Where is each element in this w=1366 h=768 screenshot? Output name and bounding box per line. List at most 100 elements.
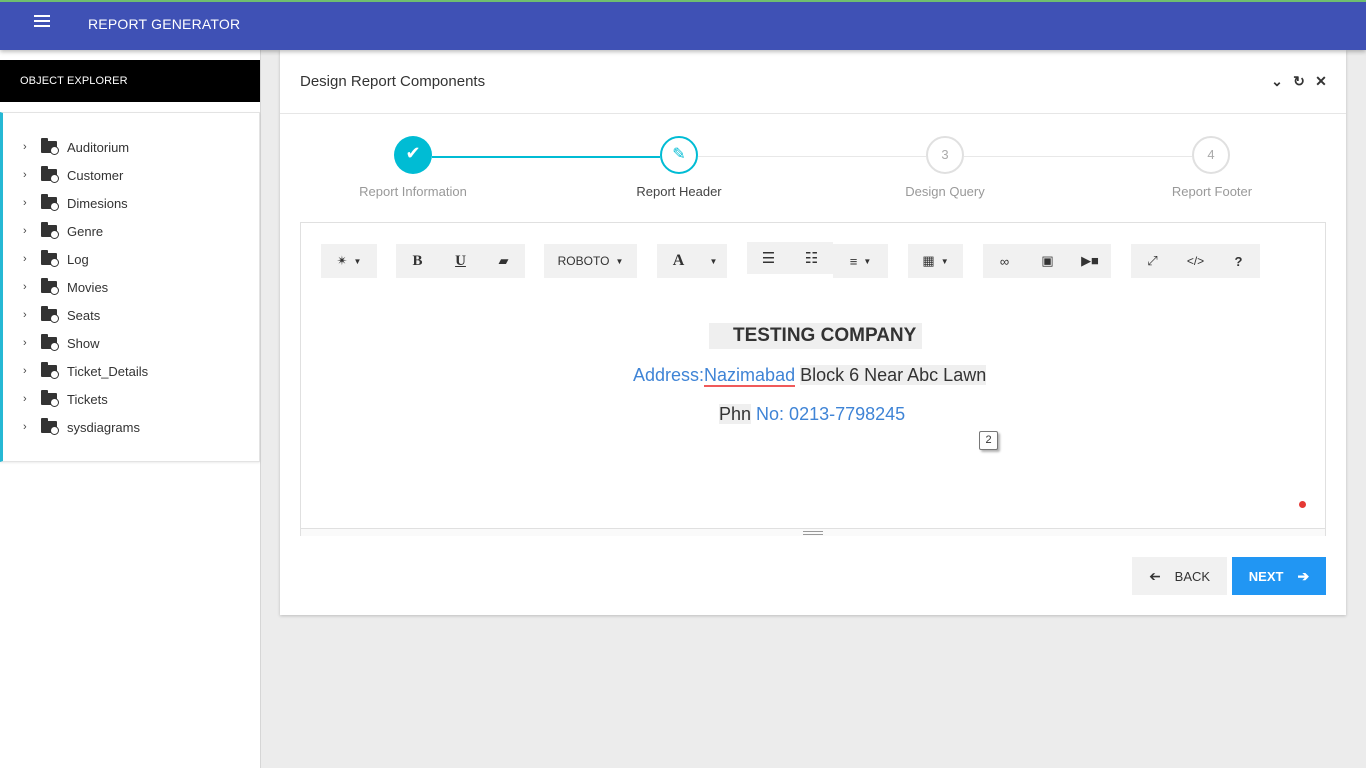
step-1-circle[interactable]: ✔ [394,136,432,174]
folder-icon [41,418,59,435]
eraser-button[interactable]: ▰ [482,244,525,278]
refresh-icon[interactable]: ↻ [1292,72,1306,90]
folder-icon [41,334,59,351]
tree-item-label: Ticket_Details [67,363,149,379]
style-magic-button[interactable]: ✴ ▼ [321,244,377,278]
address-value: Nazimabad [704,365,796,387]
fullscreen-button[interactable]: ⤢ [1131,244,1174,278]
tree-item-label: Tickets [67,391,108,407]
pencil-icon: ✎ [672,146,686,163]
step-2-circle[interactable]: ✎ [660,136,698,174]
object-explorer-header: OBJECT EXPLORER [0,60,260,102]
folder-icon [41,194,59,211]
step-label: Report Footer [1171,184,1253,199]
tree-item[interactable]: › Movies [23,277,108,297]
company-heading: TESTING COMPANY [709,323,923,349]
folder-icon [41,390,59,407]
chevron-right-icon[interactable]: › [23,225,33,237]
chevron-right-icon[interactable]: › [23,421,33,433]
step-connector-done [432,156,660,158]
tree-item[interactable]: › Customer [23,165,123,185]
phone-prefix: Phn [719,404,752,424]
step-3-circle[interactable]: 3 [926,136,964,174]
tree-item-label: Movies [67,279,109,295]
resize-grip-icon[interactable] [803,531,823,535]
design-card: Design Report Components ⌄ ↻ ✕ ✔ ✎ 3 4 R… [280,50,1346,615]
tree-item[interactable]: › Dimesions [23,193,128,213]
card-tools: ⌄ ↻ ✕ [1270,72,1328,90]
image-button[interactable]: ▣ [1026,244,1069,278]
address-rest: Block 6 Near Abc Lawn [800,365,987,385]
chevron-right-icon[interactable]: › [23,253,33,265]
tree-item-label: Show [67,335,100,351]
help-button[interactable]: ? [1217,244,1260,278]
check-icon: ✔ [405,143,421,163]
font-color-button[interactable]: A [657,244,700,278]
tree-item[interactable]: › Seats [23,305,100,325]
folder-icon [41,138,59,155]
card-title: Design Report Components [300,73,486,90]
folder-icon [41,222,59,239]
next-label: NEXT [1248,568,1284,584]
tree-item[interactable]: › Log [23,249,89,269]
tree-item[interactable]: › Tickets [23,389,108,409]
chevron-down-icon[interactable]: ⌄ [1270,72,1284,90]
chevron-right-icon[interactable]: › [23,281,33,293]
font-family-dropdown[interactable]: ROBOTO ▼ [544,244,637,278]
paragraph-align-dropdown[interactable]: ≡ ▼ [833,244,888,278]
numbered-list-icon: ☷ [804,250,819,267]
eraser-icon: ▰ [498,253,509,268]
tree-item[interactable]: › Auditorium [23,137,129,157]
chevron-right-icon[interactable]: › [23,197,33,209]
address-line: Address:Nazimabad Block 6 Near Abc Lawn [633,365,987,387]
chevron-right-icon[interactable]: › [23,141,33,153]
step-connector [964,156,1192,157]
editor-resize-bar[interactable] [301,528,1325,536]
fullscreen-icon: ⤢ [1147,253,1158,268]
step-number: 3 [941,147,949,162]
card-header: Design Report Components ⌄ ↻ ✕ [280,50,1346,114]
align-left-icon: ≡ [849,253,858,269]
close-icon[interactable]: ✕ [1314,72,1328,90]
tree-item[interactable]: › Genre [23,221,103,241]
ordered-list-button[interactable]: ☷ [790,242,833,274]
top-app-bar: REPORT GENERATOR [0,0,1366,50]
chevron-right-icon[interactable]: › [23,365,33,377]
back-button[interactable]: ➔ BACK [1132,557,1227,595]
link-button[interactable]: ∞ [983,244,1026,278]
bullet-list-icon: ☰ [761,250,776,267]
folder-icon [41,278,59,295]
bold-button[interactable]: B [396,244,439,278]
link-icon: ∞ [999,253,1010,269]
tree-item-label: Genre [67,223,104,239]
underline-button[interactable]: U [439,244,482,278]
step-connector [698,156,926,157]
font-color-dropdown[interactable]: ▼ [700,244,727,278]
app-title: REPORT GENERATOR [88,16,241,32]
tree-item[interactable]: › Show [23,333,100,353]
font-family-label: ROBOTO [557,254,610,268]
tree-item-label: Auditorium [67,139,130,155]
caret-down-icon: ▼ [709,256,718,266]
step-4-circle[interactable]: 4 [1192,136,1230,174]
table-dropdown[interactable]: ▦ ▼ [908,244,963,278]
unordered-list-button[interactable]: ☰ [747,242,790,274]
page-number-badge: 2 [979,431,998,450]
video-button[interactable]: ▶■ [1069,244,1111,278]
tree-item[interactable]: › Ticket_Details [23,361,148,381]
folder-icon [41,306,59,323]
arrow-right-icon: ➔ [1297,567,1310,584]
phone-line: Phn No: 0213-7798245 [719,404,905,425]
image-icon: ▣ [1041,253,1054,268]
step-number: 4 [1207,147,1215,162]
chevron-right-icon[interactable]: › [23,309,33,321]
tree-item[interactable]: › sysdiagrams [23,417,140,437]
tree-item-label: Dimesions [67,195,128,211]
step-label: Design Query [905,184,985,199]
chevron-right-icon[interactable]: › [23,337,33,349]
menu-icon[interactable] [34,15,54,31]
next-button[interactable]: NEXT ➔ [1232,557,1326,595]
chevron-right-icon[interactable]: › [23,169,33,181]
chevron-right-icon[interactable]: › [23,393,33,405]
code-view-button[interactable]: </> [1174,244,1217,278]
